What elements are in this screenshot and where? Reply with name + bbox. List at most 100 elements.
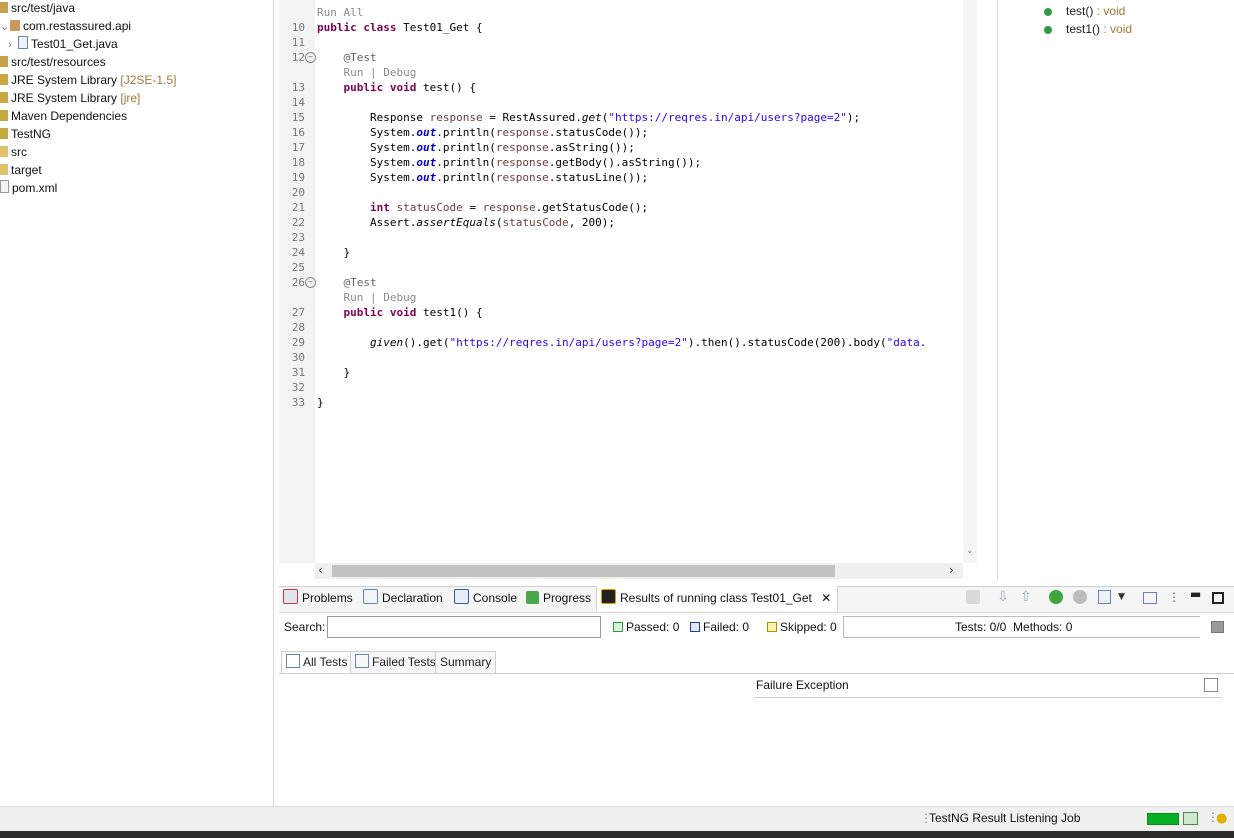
filter-stacktrace-icon[interactable]: [1204, 678, 1218, 692]
chevron-down-icon[interactable]: ▼: [1118, 590, 1132, 604]
tab-testng-results[interactable]: Results of running class Test01_Get ✕: [596, 586, 839, 611]
code-line[interactable]: public void test1() {: [317, 305, 483, 320]
search-label: Search:: [284, 620, 326, 634]
line-number: 30: [291, 351, 305, 364]
package-icon: [10, 20, 20, 31]
history-icon[interactable]: [1098, 590, 1111, 604]
failed-count: Failed: 0: [703, 620, 750, 634]
public-method-icon: [1044, 26, 1052, 34]
code-line[interactable]: Assert.assertEquals(statusCode, 200);: [317, 215, 615, 230]
public-method-icon: [1044, 8, 1052, 16]
code-line[interactable]: System.out.println(response.statusLine()…: [317, 170, 648, 185]
line-number: 17: [291, 141, 305, 154]
code-line[interactable]: @Test: [317, 50, 377, 65]
code-line[interactable]: int statusCode = response.getStatusCode(…: [317, 200, 648, 215]
tree-item-pom-xml[interactable]: pom.xml: [0, 179, 57, 197]
line-number: 31: [291, 366, 305, 379]
outline-item-test[interactable]: test() : void: [1066, 4, 1125, 18]
rerun-failed-icon[interactable]: [1073, 590, 1087, 604]
code-line[interactable]: public void test() {: [317, 80, 476, 95]
tests-summary: Tests: 0/0 Methods: 0: [955, 620, 1073, 634]
tab-problems[interactable]: Problems: [283, 586, 353, 611]
library-icon: [0, 74, 8, 85]
code-line[interactable]: given().get("https://reqres.in/api/users…: [317, 335, 963, 350]
chevron-right-icon[interactable]: ›: [8, 36, 18, 54]
line-number: 28: [291, 321, 305, 334]
skipped-icon: [767, 622, 777, 632]
line-number: 16: [291, 126, 305, 139]
outline-item-test1[interactable]: test1() : void: [1066, 22, 1132, 36]
line-number: 26: [291, 276, 305, 289]
scroll-down-icon[interactable]: ⌄: [966, 546, 974, 556]
rerun-icon[interactable]: [1049, 590, 1063, 604]
codelens-run-all[interactable]: Run All: [317, 5, 363, 20]
chevron-down-icon[interactable]: ⌄: [0, 18, 10, 36]
codelens-run[interactable]: Run: [344, 66, 364, 79]
fold-collapse-icon[interactable]: −: [305, 277, 316, 288]
line-number: 32: [291, 381, 305, 394]
fold-collapse-icon[interactable]: −: [305, 52, 316, 63]
library-icon: [0, 110, 8, 121]
folder-icon: [0, 146, 8, 157]
tree-item-package[interactable]: ⌄ com.restassured.api: [0, 17, 131, 35]
clear-results-icon[interactable]: [966, 590, 980, 604]
lightbulb-icon[interactable]: ●: [1216, 811, 1227, 826]
tree-item-testng[interactable]: TestNG: [0, 125, 51, 143]
skipped-count: Skipped: 0: [780, 620, 837, 634]
tab-summary[interactable]: Summary: [435, 651, 497, 673]
tab-console[interactable]: Console: [454, 586, 517, 611]
progress-view-icon[interactable]: [1183, 812, 1198, 825]
scroll-left-icon[interactable]: ‹: [318, 563, 323, 577]
maximize-icon[interactable]: [1212, 592, 1224, 604]
code-line[interactable]: System.out.println(response.getBody().as…: [317, 155, 701, 170]
code-line[interactable]: }: [317, 365, 351, 380]
code-line[interactable]: @Test: [317, 275, 377, 290]
tree-item-target[interactable]: target: [0, 161, 42, 179]
source-folder-icon: [0, 2, 8, 13]
tree-item-src-test-resources[interactable]: src/test/resources: [0, 53, 106, 71]
code-line[interactable]: public class Test01_Get {: [317, 20, 483, 35]
tab-failed-tests[interactable]: Failed Tests: [350, 651, 441, 673]
minimize-icon[interactable]: ▬: [1190, 588, 1204, 604]
codelens-debug[interactable]: Debug: [383, 66, 416, 79]
collapse-icon[interactable]: [1211, 621, 1224, 633]
codelens-run-debug[interactable]: Run | Debug: [317, 290, 417, 305]
tree-item-jre-library-jre[interactable]: JRE System Library [jre]: [0, 89, 140, 107]
tree-icon: [355, 654, 369, 668]
line-number: 14: [291, 96, 305, 109]
line-number: 21: [291, 201, 305, 214]
line-number: 15: [291, 111, 305, 124]
source-folder-icon: [0, 56, 8, 67]
line-number: 13: [291, 81, 305, 94]
horizontal-scroll-thumb[interactable]: [332, 565, 835, 577]
tab-all-tests[interactable]: All Tests: [281, 651, 353, 673]
tree-item-jre-library-j2se[interactable]: JRE System Library [J2SE-1.5]: [0, 71, 176, 89]
line-number: 20: [291, 186, 305, 199]
tree-item-src[interactable]: src: [0, 143, 27, 161]
line-number: 10: [291, 21, 305, 34]
tree-item-test01-get-java[interactable]: › Test01_Get.java: [8, 35, 118, 53]
scroll-right-icon[interactable]: ›: [949, 563, 954, 577]
codelens-debug[interactable]: Debug: [383, 291, 416, 304]
tree-item-src-test-java[interactable]: src/test/java: [0, 0, 75, 17]
view-menu-icon[interactable]: ⋮: [1168, 590, 1182, 604]
close-icon[interactable]: ✕: [821, 591, 831, 605]
search-input[interactable]: [327, 616, 601, 638]
layout-icon[interactable]: [1143, 592, 1157, 604]
vertical-scrollbar[interactable]: ⌄: [963, 0, 977, 563]
tab-progress[interactable]: Progress: [526, 586, 591, 611]
tree-item-maven-dependencies[interactable]: Maven Dependencies: [0, 107, 127, 125]
codelens-run-debug[interactable]: Run | Debug: [317, 65, 417, 80]
code-line[interactable]: System.out.println(response.asString());: [317, 140, 635, 155]
previous-failure-icon[interactable]: ⇧: [1020, 590, 1034, 604]
code-line[interactable]: }: [317, 395, 324, 410]
line-number: 12: [291, 51, 305, 64]
package-explorer: src/test/java ⌄ com.restassured.api › Test…: [0, 0, 274, 806]
code-line[interactable]: System.out.println(response.statusCode()…: [317, 125, 648, 140]
tab-declaration[interactable]: Declaration: [363, 586, 443, 611]
next-failure-icon[interactable]: ⇩: [997, 590, 1011, 604]
code-line[interactable]: Response response = RestAssured.get("htt…: [317, 110, 860, 125]
job-progress-bar: [1147, 813, 1179, 825]
code-line[interactable]: }: [317, 245, 351, 260]
codelens-run[interactable]: Run: [344, 291, 364, 304]
